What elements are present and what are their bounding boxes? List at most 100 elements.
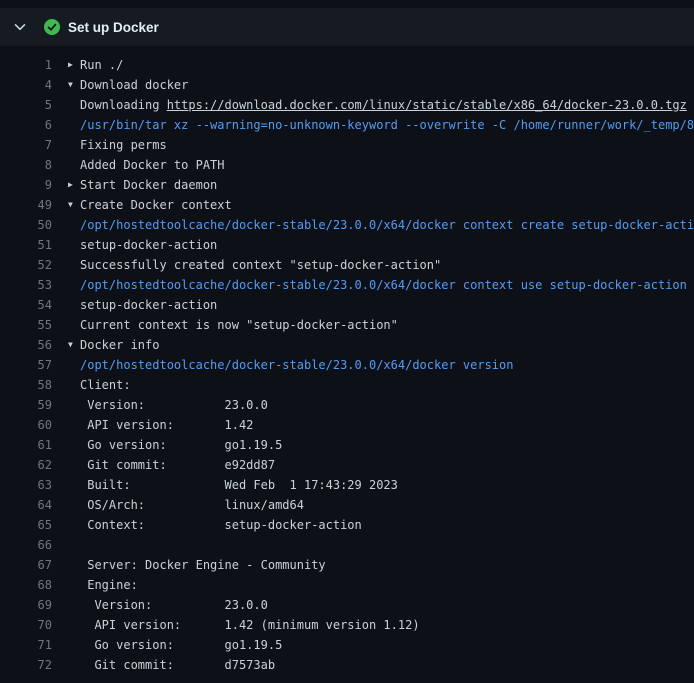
log-line: 8Added Docker to PATH [0, 155, 694, 175]
step-header[interactable]: Set up Docker [0, 8, 694, 46]
log-line: 61 Go version: go1.19.5 [0, 435, 694, 455]
log-line: 60 API version: 1.42 [0, 415, 694, 435]
line-number[interactable]: 7 [0, 135, 52, 155]
line-number[interactable]: 58 [0, 375, 52, 395]
log-text-segment: Engine: [80, 578, 138, 592]
line-number[interactable]: 51 [0, 235, 52, 255]
line-number[interactable]: 54 [0, 295, 52, 315]
log-line: 63 Built: Wed Feb 1 17:43:29 2023 [0, 475, 694, 495]
log-line: 66 [0, 535, 694, 555]
log-line: 69 Version: 23.0.0 [0, 595, 694, 615]
line-number[interactable]: 72 [0, 655, 52, 675]
line-number[interactable]: 55 [0, 315, 52, 335]
line-number[interactable]: 8 [0, 155, 52, 175]
line-number[interactable]: 68 [0, 575, 52, 595]
arrow-spacer [68, 395, 80, 415]
log-line: 5Downloading https://download.docker.com… [0, 95, 694, 115]
line-number[interactable]: 9 [0, 175, 52, 195]
arrow-spacer [68, 555, 80, 575]
line-number[interactable]: 67 [0, 555, 52, 575]
log-lines: 1▶Run ./4▼Download docker5Downloading ht… [0, 46, 694, 675]
log-line: 70 API version: 1.42 (minimum version 1.… [0, 615, 694, 635]
line-number[interactable]: 64 [0, 495, 52, 515]
group-expanded-icon[interactable]: ▼ [68, 335, 80, 355]
log-text-segment: Docker info [80, 338, 159, 352]
log-line: 65 Context: setup-docker-action [0, 515, 694, 535]
log-text-segment: OS/Arch: linux/amd64 [80, 498, 304, 512]
arrow-spacer [68, 415, 80, 435]
line-number[interactable]: 1 [0, 55, 52, 75]
arrow-spacer [68, 515, 80, 535]
log-text: Built: Wed Feb 1 17:43:29 2023 [80, 475, 398, 495]
line-number[interactable]: 59 [0, 395, 52, 415]
group-expanded-icon[interactable]: ▼ [68, 195, 80, 215]
line-number[interactable]: 62 [0, 455, 52, 475]
line-number[interactable]: 61 [0, 435, 52, 455]
log-text: Start Docker daemon [80, 175, 217, 195]
log-text: Current context is now "setup-docker-act… [80, 315, 398, 335]
log-text: Version: 23.0.0 [80, 395, 268, 415]
line-number[interactable]: 53 [0, 275, 52, 295]
log-text-segment: API version: 1.42 [80, 418, 253, 432]
log-text-segment: Current context is now "setup-docker-act… [80, 318, 398, 332]
arrow-spacer [68, 655, 80, 675]
line-number[interactable]: 65 [0, 515, 52, 535]
line-number[interactable]: 6 [0, 115, 52, 135]
log-text-segment: Built: Wed Feb 1 17:43:29 2023 [80, 478, 398, 492]
line-number[interactable]: 49 [0, 195, 52, 215]
arrow-spacer [68, 615, 80, 635]
log-text: Go version: go1.19.5 [80, 435, 282, 455]
group-expanded-icon[interactable]: ▼ [68, 75, 80, 95]
line-number[interactable]: 66 [0, 535, 52, 555]
log-text-segment: Context: setup-docker-action [80, 518, 362, 532]
group-collapsed-icon[interactable]: ▶ [68, 175, 80, 195]
log-group-line[interactable]: 4▼Download docker [0, 75, 694, 95]
log-text: /opt/hostedtoolcache/docker-stable/23.0.… [80, 355, 513, 375]
log-text: OS/Arch: linux/amd64 [80, 495, 304, 515]
arrow-spacer [68, 155, 80, 175]
line-number[interactable]: 57 [0, 355, 52, 375]
log-group-line[interactable]: 56 ▼Docker info [0, 335, 694, 355]
arrow-spacer [68, 275, 80, 295]
arrow-spacer [68, 375, 80, 395]
log-text-segment: setup-docker-action [80, 298, 217, 312]
log-group-line[interactable]: 1▶Run ./ [0, 55, 694, 75]
log-command-text: /opt/hostedtoolcache/docker-stable/23.0.… [80, 278, 687, 292]
line-number[interactable]: 69 [0, 595, 52, 615]
line-number[interactable]: 4 [0, 75, 52, 95]
log-text: Successfully created context "setup-dock… [80, 255, 441, 275]
arrow-spacer [68, 115, 80, 135]
arrow-spacer [68, 535, 80, 555]
log-line: 64 OS/Arch: linux/amd64 [0, 495, 694, 515]
line-number[interactable]: 5 [0, 95, 52, 115]
line-number[interactable]: 70 [0, 615, 52, 635]
line-number[interactable]: 63 [0, 475, 52, 495]
log-line: 68 Engine: [0, 575, 694, 595]
log-line: 54 setup-docker-action [0, 295, 694, 315]
log-text: Git commit: e92dd87 [80, 455, 275, 475]
log-text-segment: Create Docker context [80, 198, 232, 212]
log-line: 62 Git commit: e92dd87 [0, 455, 694, 475]
log-text: /opt/hostedtoolcache/docker-stable/23.0.… [80, 215, 694, 235]
line-number[interactable]: 50 [0, 215, 52, 235]
line-number[interactable]: 56 [0, 335, 52, 355]
log-text-segment: Start Docker daemon [80, 178, 217, 192]
arrow-spacer [68, 455, 80, 475]
group-collapsed-icon[interactable]: ▶ [68, 55, 80, 75]
log-text-segment: Git commit: d7573ab [80, 658, 275, 672]
log-text: Go version: go1.19.5 [80, 635, 282, 655]
log-text: Git commit: d7573ab [80, 655, 275, 675]
log-text: Version: 23.0.0 [80, 595, 268, 615]
log-group-line[interactable]: 9 ▶Start Docker daemon [0, 175, 694, 195]
log-text: Create Docker context [80, 195, 232, 215]
arrow-spacer [68, 295, 80, 315]
line-number[interactable]: 71 [0, 635, 52, 655]
log-text: Fixing perms [80, 135, 167, 155]
log-group-line[interactable]: 49 ▼Create Docker context [0, 195, 694, 215]
arrow-spacer [68, 475, 80, 495]
log-link[interactable]: https://download.docker.com/linux/static… [167, 98, 687, 112]
chevron-down-icon[interactable] [14, 21, 26, 33]
line-number[interactable]: 52 [0, 255, 52, 275]
line-number[interactable]: 60 [0, 415, 52, 435]
arrow-spacer [68, 635, 80, 655]
